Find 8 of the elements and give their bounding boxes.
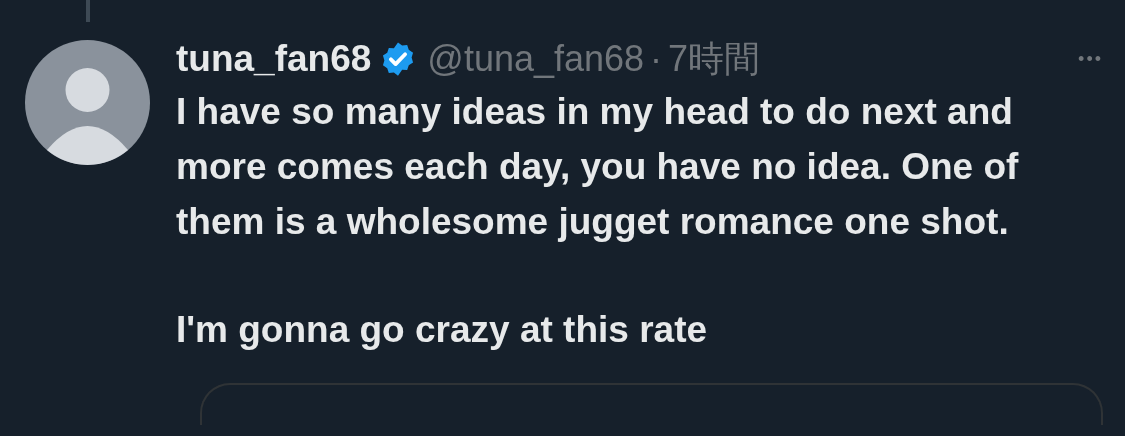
user-handle[interactable]: @tuna_fan68 <box>427 38 645 80</box>
tweet-text: I'm gonna go crazy at this rate <box>176 308 709 352</box>
timestamp[interactable]: 7時間 <box>668 34 761 84</box>
separator-dot: · <box>650 38 663 80</box>
tweet-text: I have so many ideas in my head to do next and more comes each day, you have no idea. One of them is a wholesome jugget romance one shot. <box>176 90 1020 244</box>
display-name[interactable]: tuna_fan68 <box>176 38 372 80</box>
more-options-button[interactable]: ••• <box>1078 48 1103 70</box>
avatar-icon[interactable] <box>25 40 150 165</box>
